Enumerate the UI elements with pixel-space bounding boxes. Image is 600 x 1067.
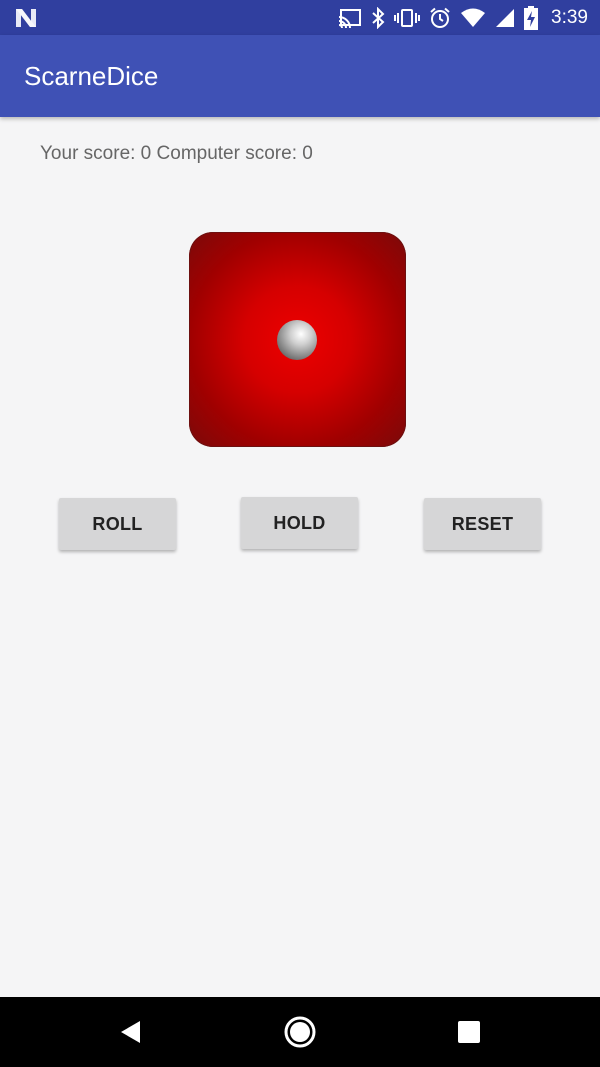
home-button[interactable] bbox=[260, 997, 340, 1067]
alarm-icon bbox=[430, 7, 450, 28]
status-icons: 3:39 bbox=[338, 0, 588, 35]
score-label: Your score: 0 Computer score: 0 bbox=[40, 143, 313, 164]
status-bar: 3:39 bbox=[0, 0, 600, 35]
recents-button[interactable] bbox=[429, 997, 509, 1067]
app-bar: ScarneDice bbox=[0, 35, 600, 117]
hold-button[interactable]: HOLD bbox=[241, 497, 358, 549]
vibrate-icon bbox=[394, 8, 421, 27]
recents-icon bbox=[458, 1021, 480, 1043]
battery-charging-icon bbox=[524, 5, 539, 30]
back-icon bbox=[121, 1021, 140, 1043]
dice-image bbox=[189, 232, 406, 447]
navigation-bar bbox=[0, 997, 600, 1067]
cast-icon bbox=[338, 8, 362, 28]
home-icon bbox=[284, 1016, 316, 1048]
wifi-icon bbox=[461, 8, 486, 27]
bluetooth-icon bbox=[372, 6, 385, 29]
dice-pip bbox=[277, 320, 317, 360]
reset-button[interactable]: RESET bbox=[424, 498, 541, 550]
signal-icon bbox=[496, 8, 515, 27]
back-button[interactable] bbox=[91, 997, 171, 1067]
roll-button[interactable]: ROLL bbox=[59, 498, 176, 550]
notification-n-icon bbox=[16, 9, 36, 27]
status-time: 3:39 bbox=[551, 6, 588, 28]
app-title: ScarneDice bbox=[24, 61, 159, 91]
